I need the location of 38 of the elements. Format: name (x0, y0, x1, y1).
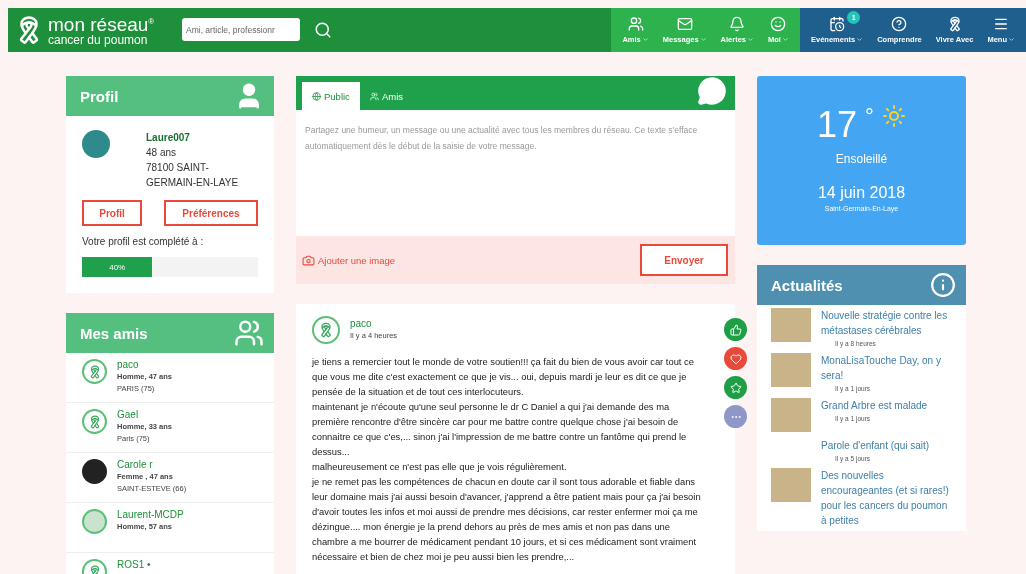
friend-name: Carole r (117, 459, 154, 471)
logo-title: mon réseau$^{®}$ (48, 14, 155, 34)
news-title[interactable]: MonaLisaTouche Day, on y sera! (821, 353, 952, 383)
send-button[interactable]: Envoyer (640, 244, 728, 276)
friend-item[interactable]: ROS1 • (66, 553, 274, 574)
message-field[interactable]: Partagez une humeur, un message ou une actualité avec tous les membres du réseau. Ce texte s'efface automatiquement dès le début de la saisie de votre message. (296, 110, 735, 236)
friend-name: paco (117, 359, 140, 371)
card-title: Profil (80, 87, 119, 105)
profile-link-button[interactable]: Profil (82, 200, 142, 226)
completion-label: Votre profil est complété à : (82, 236, 205, 247)
post-text: je ne remet pas les compétences de chacun en doute car il sont tous adorable et fiable dans leur domaine mais j'ai aussi besoin d'avancer, j'apprend a être patient mais pour ça j'ai besoin d'avoir toutes les infos et moi aussi de prendre mes décisions, car rester enfermer moi ça me dézingue.... mon énergie je la prend dehors au près de mes amis et non pas dans une chambre a me bourrer de médicament pendant 10 jours, et si ces médicament sont vraiment nécessaire et bien de chez moi je peu aussi bien les prendre,... (312, 475, 701, 564)
post-text: je tiens a remercier tout le monde de votre soutien!!! ça fait du bien de vous avoir car tout ce que vous me dite c'est exactement ce que je vis... oui, depuis mardi je leur es dit ce que je pensée de la situation et de tout ces interlocuteurs. (312, 355, 695, 399)
news-title[interactable]: Nouvelle stratégie contre les métastases cérébrales (821, 308, 952, 338)
news-title[interactable]: Parole d'enfant (qui sait) (821, 438, 930, 453)
friend-name: Laurent-MCDP (117, 509, 184, 521)
user-age: 48 ans (146, 146, 178, 160)
username: Laure007 (146, 131, 191, 145)
user-location: 78100 SAINT-GERMAIN-EN-LAYE (146, 161, 240, 190)
weather-condition: Ensoleillé (835, 152, 888, 166)
profile-link-button[interactable]: Préférences (164, 200, 258, 226)
audience-tab[interactable]: Public (302, 82, 360, 110)
news-title[interactable]: Des nouvelles encourageantes (et si rares!) pour les cancers du poumon à petites (821, 468, 952, 528)
card-title: Mes amis (80, 324, 148, 342)
news-title[interactable]: Grand Arbre est malade (821, 398, 928, 413)
post-text: maintenant je n'écoute qu'une seul personne le dr C Daniel a qui j'ai demande des ma première rencontre d'être sincère car pour me battre contre quelque chose j'ai besoin de connaitre ce que c'es,... sinon j'ai l'impression de me battre contre un fantôme qui prend le dessus... (312, 400, 688, 459)
card-title: Actualités (771, 276, 843, 294)
temperature: 17 (817, 104, 858, 146)
friend-name: ROS1 • (117, 559, 151, 571)
search-field[interactable]: Ami, article, professionr (182, 18, 300, 41)
progress-fill: 40% (82, 257, 153, 277)
post-author[interactable]: paco (350, 318, 398, 330)
post-text: malheureusement ce n'est pas elle que je vois régulièrement. (312, 460, 568, 474)
audience-tab[interactable]: Amis (359, 82, 413, 110)
logo-subtitle: cancer du poumon (48, 33, 149, 46)
add-image-link[interactable]: Ajouter une image (302, 253, 396, 267)
degree-sign: ° (865, 104, 874, 130)
weather-date: 14 juin 2018 (817, 184, 906, 202)
friend-name: Gael (117, 409, 140, 421)
